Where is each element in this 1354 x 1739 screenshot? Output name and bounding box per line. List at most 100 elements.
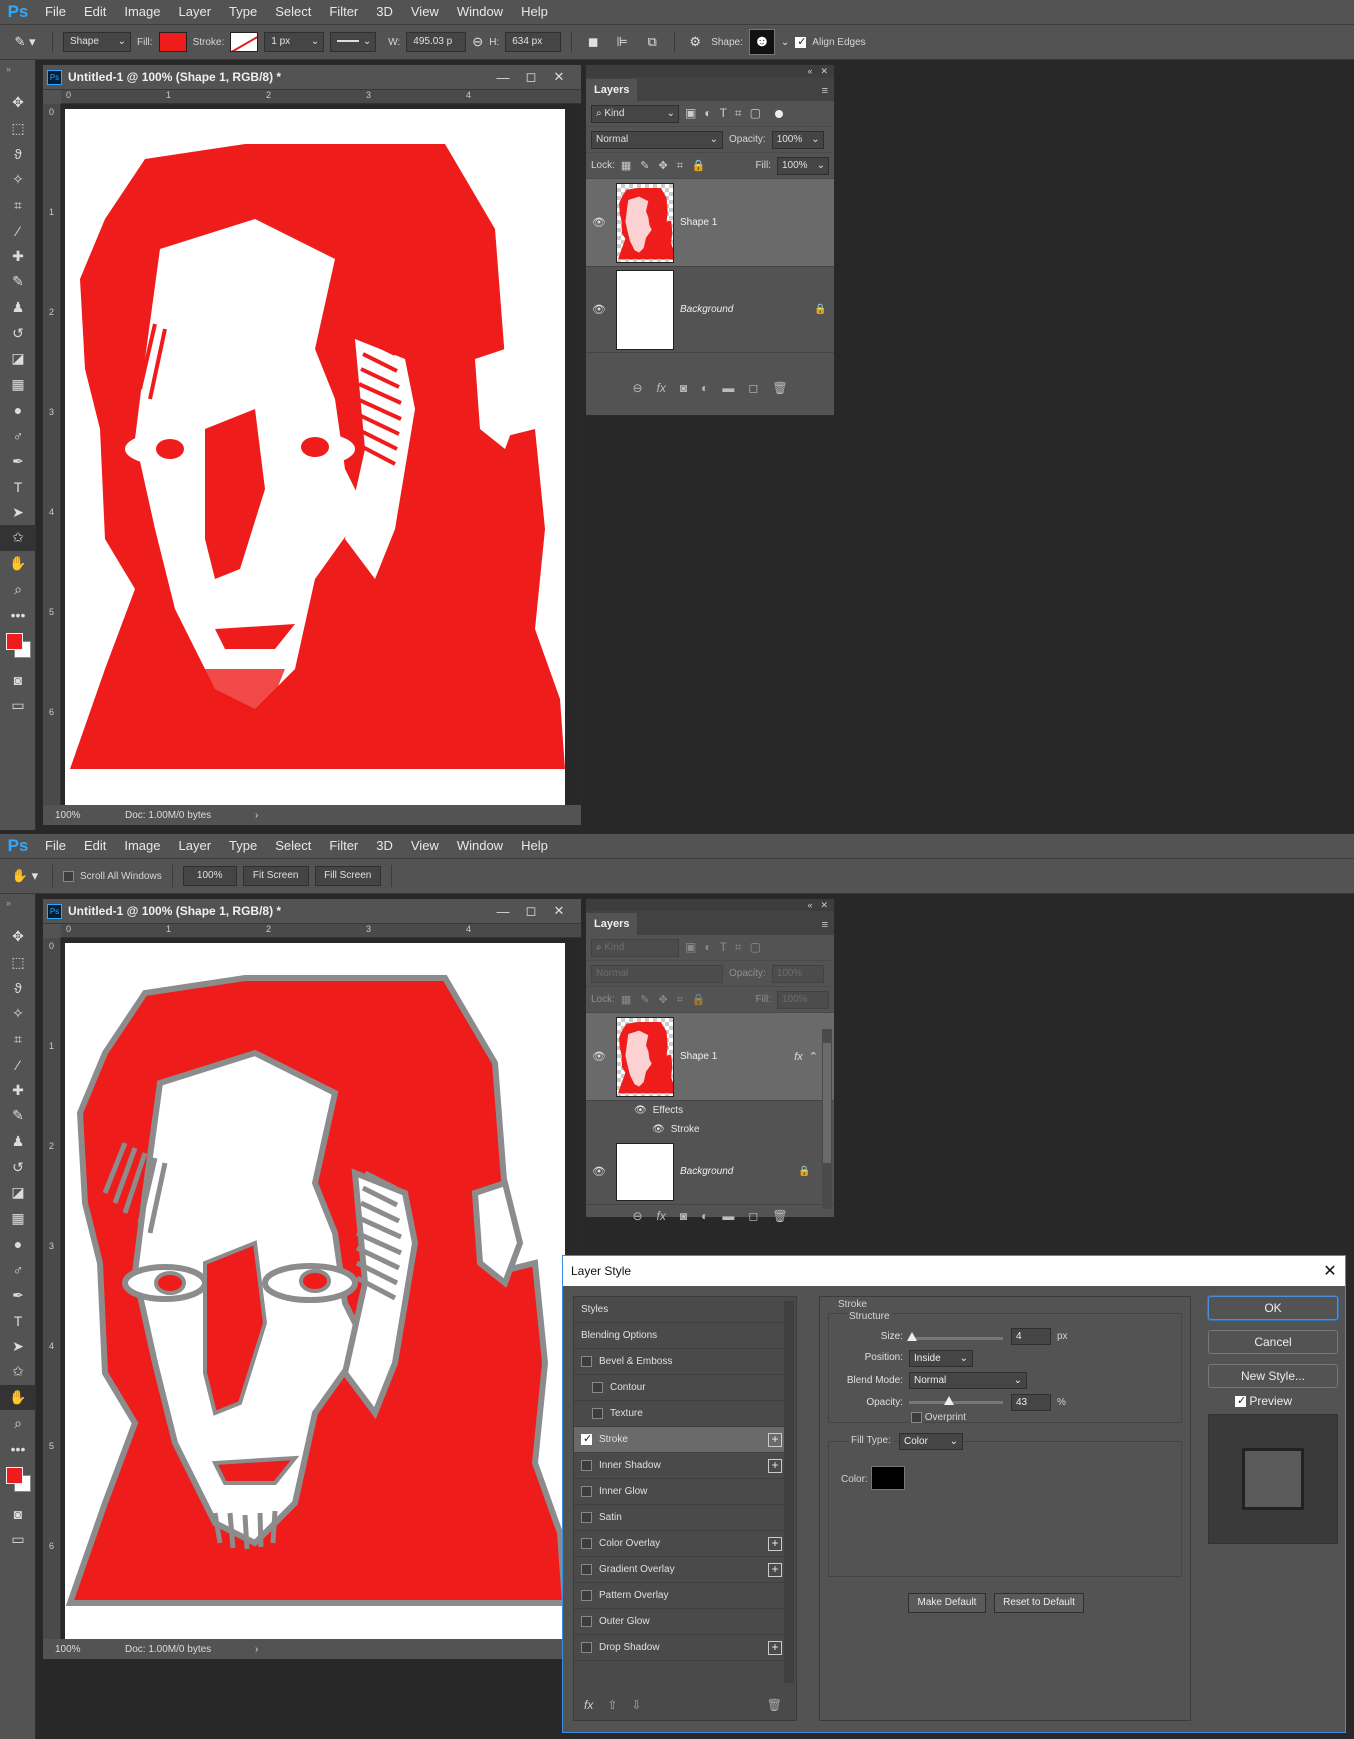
eyedropper-tool-icon[interactable]: ⁄ [0, 218, 36, 244]
magic-wand-tool-icon[interactable]: ✧ [0, 167, 36, 193]
new-layer-icon[interactable]: ◻ [748, 1209, 758, 1223]
type-tool-icon[interactable]: T [0, 1308, 36, 1334]
lasso-tool-icon[interactable]: ϑ [0, 975, 36, 1001]
stamp-tool-icon[interactable]: ♟ [0, 295, 36, 321]
fill-type-select[interactable]: Color ⌄ [899, 1433, 963, 1450]
add-mask-icon[interactable]: ◙ [680, 381, 687, 395]
freeform-pen-tool-icon[interactable]: ✎ ▾ [8, 34, 42, 50]
crop-tool-icon[interactable]: ⌗ [0, 192, 36, 218]
style-item-stroke[interactable]: Stroke + [574, 1427, 784, 1453]
menu-type[interactable]: Type [220, 0, 266, 24]
crop-tool-icon[interactable]: ⌗ [0, 1026, 36, 1052]
chevron-right-icon[interactable]: › [255, 810, 258, 821]
fx-icon[interactable]: fx [584, 1698, 593, 1712]
style-checkbox[interactable] [581, 1460, 592, 1471]
size-input[interactable]: 4 [1011, 1328, 1051, 1345]
gradient-tool-icon[interactable]: ▦ [0, 372, 36, 398]
history-brush-tool-icon[interactable]: ↺ [0, 320, 36, 346]
effects-row[interactable]: 👁 Effects [586, 1101, 834, 1120]
style-checkbox[interactable] [581, 1432, 592, 1445]
freeform-shape-tool-icon[interactable]: ✩ [0, 1359, 36, 1385]
menu-layer[interactable]: Layer [170, 834, 221, 858]
size-slider[interactable] [907, 1332, 1003, 1341]
menu-help[interactable]: Help [512, 834, 557, 858]
gear-icon[interactable]: ⚙ [685, 34, 705, 50]
trash-icon[interactable]: 🗑 [767, 1698, 782, 1712]
collapse-panels-icon[interactable]: « [807, 900, 812, 910]
chevron-down-icon[interactable]: ⌄ [781, 37, 789, 48]
foreground-color[interactable] [6, 1467, 23, 1485]
make-default-button[interactable]: Make Default [908, 1593, 986, 1613]
path-alignment-icon[interactable]: ⊫ [610, 34, 634, 50]
style-checkbox[interactable] [581, 1512, 592, 1523]
style-item-color-overlay[interactable]: Color Overlay + [574, 1531, 784, 1557]
move-tool-icon[interactable]: ✥ [0, 924, 36, 950]
healing-brush-tool-icon[interactable]: ✚ [0, 244, 36, 270]
fx-badge[interactable]: fx [794, 1051, 803, 1063]
stroke-color-swatch[interactable] [871, 1466, 905, 1490]
lock-icons[interactable]: ▦✎✥⌗🔒 [621, 993, 715, 1007]
layer-name[interactable]: Background [680, 1166, 798, 1177]
add-effect-icon[interactable]: + [768, 1641, 782, 1655]
eraser-tool-icon[interactable]: ◪ [0, 1180, 36, 1206]
overprint-checkbox[interactable] [911, 1412, 922, 1423]
layers-scrollbar[interactable] [822, 1029, 832, 1209]
layer-filter-select[interactable]: ⌕ Kind [591, 938, 679, 957]
stroke-effect-row[interactable]: 👁 Stroke [586, 1120, 834, 1139]
move-up-icon[interactable]: ⇧ [607, 1698, 617, 1712]
eyedropper-tool-icon[interactable]: ⁄ [0, 1052, 36, 1078]
zoom-100-button[interactable]: 100% [182, 866, 237, 886]
opacity-slider[interactable] [909, 1396, 1003, 1405]
eye-icon[interactable]: 👁 [634, 1105, 647, 1116]
collapse-panels-icon[interactable]: « [807, 66, 812, 76]
style-checkbox[interactable] [592, 1408, 603, 1419]
minimize-icon[interactable]: — [489, 70, 517, 85]
menu-layer[interactable]: Layer [170, 0, 221, 24]
new-group-icon[interactable]: ▬ [722, 1209, 734, 1223]
healing-brush-tool-icon[interactable]: ✚ [0, 1078, 36, 1104]
hand-tool-icon[interactable]: ✋ [0, 1384, 36, 1411]
blend-mode-select[interactable]: Normal ⌄ [909, 1372, 1027, 1389]
close-panel-icon[interactable]: ✕ [820, 900, 828, 911]
chevron-up-icon[interactable]: ⌃ [809, 1050, 818, 1063]
eye-icon[interactable]: 👁 [586, 1165, 612, 1178]
filter-toggle-icon[interactable] [775, 109, 784, 118]
style-checkbox[interactable] [581, 1590, 592, 1601]
collapse-icon[interactable]: » [0, 894, 35, 924]
zoom-tool-icon[interactable]: ⌕ [0, 1410, 36, 1436]
menu-3d[interactable]: 3D [367, 0, 402, 24]
style-item-bevel-emboss[interactable]: Bevel & Emboss [574, 1349, 784, 1375]
style-checkbox[interactable] [581, 1538, 592, 1549]
layer-row-shape-1[interactable]: 👁 Shape 1 [586, 179, 834, 267]
path-selection-tool-icon[interactable]: ➤ [0, 1334, 36, 1360]
style-item-pattern-overlay[interactable]: Pattern Overlay [574, 1583, 784, 1609]
canvas-area[interactable] [61, 938, 581, 1639]
more-tools-icon[interactable]: ••• [0, 602, 36, 628]
canvas-area[interactable] [61, 104, 581, 805]
eraser-tool-icon[interactable]: ◪ [0, 346, 36, 372]
style-checkbox[interactable] [581, 1616, 592, 1627]
stroke-color-swatch[interactable] [230, 32, 259, 52]
eye-icon[interactable]: 👁 [586, 1050, 612, 1063]
quick-mask-icon[interactable]: ◙ [0, 667, 36, 693]
more-tools-icon[interactable]: ••• [0, 1436, 36, 1462]
height-input[interactable]: 634 px [505, 32, 562, 52]
gradient-tool-icon[interactable]: ▦ [0, 1206, 36, 1232]
new-group-icon[interactable]: ▬ [722, 381, 734, 395]
menu-image[interactable]: Image [115, 834, 169, 858]
artboard[interactable] [65, 109, 565, 805]
screen-mode-icon[interactable]: ▭ [0, 1527, 36, 1553]
maximize-icon[interactable]: ◻ [517, 903, 545, 919]
menu-window[interactable]: Window [448, 834, 512, 858]
close-icon[interactable]: ✕ [545, 903, 573, 919]
new-style-button[interactable]: New Style... [1208, 1364, 1338, 1388]
panel-menu-icon[interactable]: ≡ [822, 85, 828, 101]
layer-row-background[interactable]: 👁 Background 🔒 [586, 267, 834, 353]
stroke-type-select[interactable]: ⌄ [330, 32, 377, 52]
foreground-color[interactable] [6, 633, 23, 651]
style-checkbox[interactable] [581, 1486, 592, 1497]
scrollbar-thumb[interactable] [823, 1043, 831, 1163]
color-swatches[interactable] [0, 1461, 36, 1501]
brush-tool-icon[interactable]: ✎ [0, 269, 36, 295]
dodge-tool-icon[interactable]: ♂ [0, 1257, 36, 1283]
